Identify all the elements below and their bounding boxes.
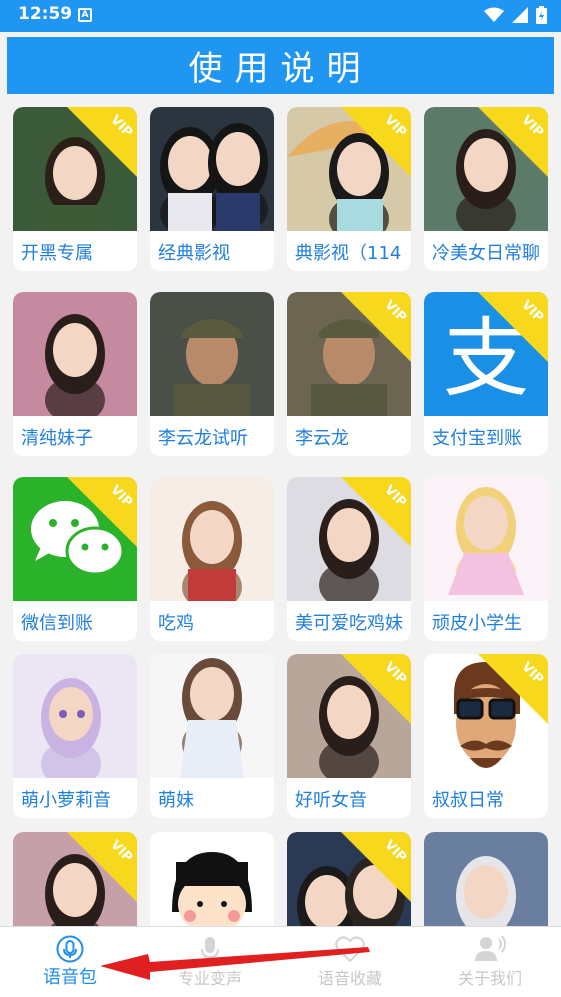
vip-corner-badge xyxy=(67,477,137,547)
vip-corner-badge xyxy=(341,477,411,547)
tab-label: 语音收藏 xyxy=(317,969,382,988)
vip-corner-badge xyxy=(67,832,137,902)
voice-pack-card[interactable] xyxy=(424,832,548,926)
cartoon-maruko-image xyxy=(150,832,274,926)
voice-pack-label: 经典影视 xyxy=(158,243,230,264)
vip-corner-badge xyxy=(341,292,411,362)
voice-pack-label: 好听女音 xyxy=(295,790,367,811)
microphone-icon xyxy=(56,935,84,963)
voice-pack-card[interactable]: VIP 好听女音 xyxy=(287,654,411,818)
tab-voice-favorites[interactable]: 语音收藏 xyxy=(280,927,420,997)
anime-girl-kimono-image xyxy=(150,654,274,778)
vip-corner-badge xyxy=(478,292,548,362)
voice-pack-label: 李云龙 xyxy=(295,428,349,449)
voice-change-icon xyxy=(201,937,219,959)
voice-pack-label: 清纯妹子 xyxy=(21,428,93,449)
tab-label: 语音包 xyxy=(43,967,97,988)
vip-corner-badge xyxy=(478,654,548,724)
tab-label: 专业变声 xyxy=(177,969,242,988)
voice-pack-grid[interactable]: VIP 开黑专属 经典影视 VIP 典影视（114 VIP 冷美女日常聊 清纯妹子 李云龙试听 V… xyxy=(0,94,561,926)
voice-pack-card[interactable]: VIP 开黑专属 xyxy=(13,107,137,271)
voice-pack-card[interactable]: 清纯妹子 xyxy=(13,292,137,456)
user-sound-icon xyxy=(475,935,506,961)
portrait-boy-white-hair-image xyxy=(424,832,548,926)
voice-pack-card[interactable]: VIP 叔叔日常 xyxy=(424,654,548,818)
voice-pack-card[interactable]: 萌小萝莉音 xyxy=(13,654,137,818)
portrait-girl-pink-image xyxy=(13,292,137,416)
voice-pack-label: 顽皮小学生 xyxy=(432,613,522,634)
anime-girl-brown-image xyxy=(150,477,274,601)
voice-pack-label: 吃鸡 xyxy=(158,613,194,634)
voice-pack-card[interactable]: 顽皮小学生 xyxy=(424,477,548,641)
vip-corner-badge xyxy=(341,832,411,902)
voice-pack-label: 萌小萝莉音 xyxy=(21,790,111,811)
voice-pack-label: 微信到账 xyxy=(21,613,93,634)
tab-label: 关于我们 xyxy=(457,969,522,988)
voice-pack-card[interactable]: VIP 冷美女日常聊 xyxy=(424,107,548,271)
voice-pack-card[interactable]: 吃鸡 xyxy=(150,477,274,641)
voice-pack-card[interactable]: VIP 微信到账 xyxy=(13,477,137,641)
signal-icon xyxy=(512,7,528,23)
voice-pack-label: 叔叔日常 xyxy=(432,790,504,811)
voice-pack-label: 冷美女日常聊 xyxy=(432,243,540,264)
tab-voice-change[interactable]: 专业变声 xyxy=(140,927,280,997)
tab-about-us[interactable]: 关于我们 xyxy=(420,927,560,997)
voice-pack-label: 典影视（114 xyxy=(295,243,402,264)
anime-girl-dress-image xyxy=(424,477,548,601)
voice-pack-card[interactable]: VIP xyxy=(13,832,137,926)
tab-voice-pack[interactable]: 语音包 xyxy=(0,927,140,997)
portrait-soldier-image xyxy=(150,292,274,416)
anime-girl-lilac-image xyxy=(13,654,137,778)
battery-icon xyxy=(536,6,547,24)
instructions-header[interactable]: 使用说明 xyxy=(7,37,554,94)
heart-icon xyxy=(335,936,365,963)
vip-corner-badge xyxy=(67,107,137,177)
bottom-tab-bar: 语音包 专业变声 语音收藏 关于我们 xyxy=(0,926,561,997)
voice-pack-card[interactable]: VIP xyxy=(287,832,411,926)
voice-pack-card[interactable]: VIP 李云龙 xyxy=(287,292,411,456)
voice-pack-card[interactable] xyxy=(150,832,274,926)
voice-pack-label: 萌妹 xyxy=(158,790,194,811)
voice-pack-card[interactable]: VIP 美可爱吃鸡妹 xyxy=(287,477,411,641)
voice-pack-label: 李云龙试听 xyxy=(158,428,248,449)
voice-pack-card[interactable]: VIP 典影视（114 xyxy=(287,107,411,271)
vip-corner-badge xyxy=(478,107,548,177)
portrait-costume-image xyxy=(150,107,274,231)
voice-pack-card[interactable]: 萌妹 xyxy=(150,654,274,818)
notification-a-icon: A xyxy=(78,8,92,22)
voice-pack-card[interactable]: 支 VIP 支付宝到账 xyxy=(424,292,548,456)
voice-pack-card[interactable]: 李云龙试听 xyxy=(150,292,274,456)
status-icons xyxy=(484,6,547,24)
vip-corner-badge xyxy=(341,654,411,724)
voice-pack-label: 支付宝到账 xyxy=(432,428,522,449)
status-time: 12:59 xyxy=(18,4,73,24)
vip-corner-badge xyxy=(341,107,411,177)
wifi-icon xyxy=(484,7,504,22)
page-title: 使用说明 xyxy=(188,49,373,89)
voice-pack-label: 开黑专属 xyxy=(21,243,93,264)
voice-pack-label: 美可爱吃鸡妹 xyxy=(295,613,403,634)
status-bar: 12:59 A xyxy=(0,0,561,32)
voice-pack-card[interactable]: 经典影视 xyxy=(150,107,274,271)
